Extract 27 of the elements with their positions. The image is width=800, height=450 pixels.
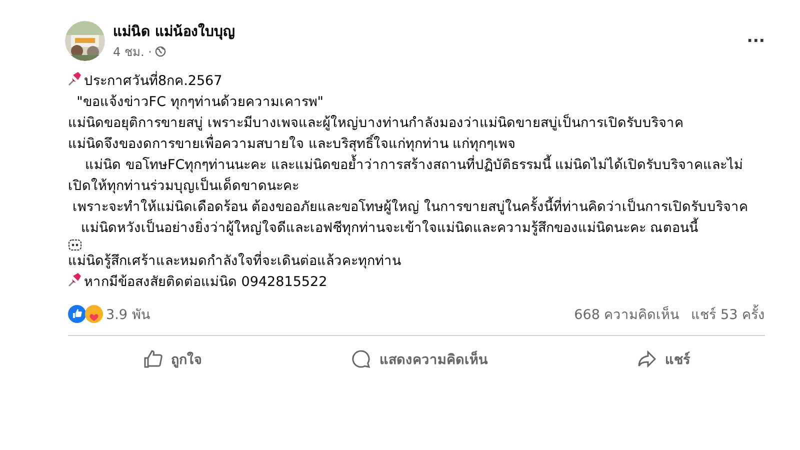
post-text: แม่นิด ขอโทษFCทุกๆท่านนะคะ และแม่นิดขอย้ำว่าการสร้างสถานที่ปฏิบัติธรรมนี้ แม่นิดไม่ได้เปิดรับบริจาคและไม่เปิดให้ทุกท่านร่วมบุญเป็นเด็ดขาดนะคะ — [68, 155, 765, 197]
pushpin-icon — [68, 71, 82, 86]
post-text: เพราะจะทำให้แม่นิดเดือดร้อน ต้องขออภัยและขอโทษผู้ใหญ่ ในการขายสบู่ในครั้งนี้ที่ท่านคิดว่าเป็นการเปิดรับบริจาค — [68, 197, 748, 218]
thumbs-up-icon — [142, 349, 163, 369]
post-text: แม่นิดรู้สึกเศร้าและหมดกำลังใจที่จะเดินต่อแล้วคะทุกท่าน — [68, 251, 401, 271]
more-options-button[interactable]: ··· — [746, 31, 765, 50]
care-reaction-icon — [85, 305, 103, 323]
globe-icon — [154, 46, 166, 57]
like-reaction-icon — [68, 305, 86, 323]
author-name[interactable]: แม่นิด แม่น้องใบบุญ — [113, 20, 235, 42]
comment-count[interactable]: 668 ความคิดเห็น — [574, 303, 680, 325]
post-text: แม่นิดจึงของดการขายเพื่อความสบายใจ และบริสุทธิ์ใจแก่ทุกท่าน แก่ทุกๆเพจ — [68, 134, 516, 155]
post-text: หากมีข้อสงสัยติดต่อแม่นิด 0942815522 — [84, 273, 328, 292]
emoji-icon — [68, 239, 82, 251]
post-text: "ขอแจ้งข่าวFC ทุกๆท่านด้วยความเคารพ" — [76, 93, 324, 112]
pushpin-icon — [68, 272, 82, 287]
comment-button[interactable]: แสดงความคิดเห็น — [337, 342, 502, 376]
speech-bubble-icon — [351, 349, 372, 369]
post-time[interactable]: 4 ชม. · — [113, 42, 152, 61]
post-text: แม่นิดขอยุติการขายสบู่ เพราะมีบางเพจและผู้ใหญ่บางท่านกำลังมองว่าแม่นิดขายสบู่เป็นการเปิดรับบริจาค — [68, 113, 684, 133]
share-count[interactable]: แชร์ 53 ครั้ง — [691, 303, 765, 325]
post-text: ประกาศวันที่8กค.2567 — [84, 71, 222, 91]
post-text: แม่นิดหวังเป็นอย่างยิ่งว่าผู้ใหญ่ใจดีและเอฟซีทุกท่านจะเข้าใจแม่นิดและความรู้สึกของแม่นิดนะคะ ณตอนนี้ — [68, 218, 698, 239]
share-arrow-icon — [637, 349, 658, 369]
reaction-count[interactable]: 3.9 พัน — [106, 303, 150, 325]
like-button[interactable]: ถูกใจ — [128, 342, 216, 376]
share-button[interactable]: แชร์ — [623, 342, 704, 376]
